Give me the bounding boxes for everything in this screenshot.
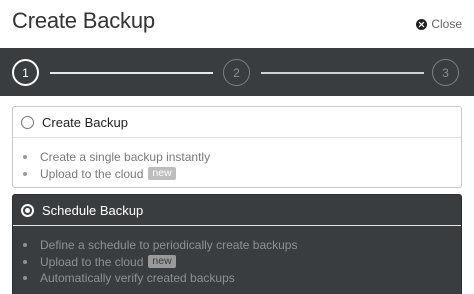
- feature-text: Define a schedule to periodically create…: [40, 238, 298, 253]
- wizard-stepper: 1 2 3: [0, 48, 474, 96]
- feature-list: Create a single backup instantly Upload …: [23, 149, 210, 182]
- step-connector-2: [261, 72, 424, 74]
- radio-schedule-backup[interactable]: [21, 203, 34, 217]
- feature-text: Automatically verify created backups: [40, 271, 235, 286]
- feature-item: Automatically verify created backups: [23, 270, 297, 287]
- option-header[interactable]: Schedule Backup: [13, 195, 461, 226]
- create-backup-dialog: Create Backup Close 1 2 3 Create Backup: [0, 0, 474, 294]
- dialog-title: Create Backup: [12, 8, 155, 33]
- dialog-header: Create Backup Close: [0, 0, 474, 48]
- option-header[interactable]: Create Backup: [13, 107, 461, 138]
- step-3-number: 3: [442, 65, 449, 80]
- option-label[interactable]: Schedule Backup: [42, 203, 143, 218]
- bullet-icon: [23, 243, 27, 248]
- feature-item: Upload to the cloud new: [23, 166, 210, 183]
- radio-selected-dot: [25, 207, 30, 213]
- close-label[interactable]: Close: [431, 17, 462, 31]
- feature-item: Upload to the cloud new: [23, 254, 297, 271]
- bullet-icon: [23, 171, 27, 176]
- option-create-backup[interactable]: Create Backup Create a single backup ins…: [12, 106, 462, 188]
- close-icon[interactable]: [416, 18, 428, 30]
- feature-text: Upload to the cloud: [40, 166, 144, 181]
- feature-item: Create a single backup instantly: [23, 149, 210, 166]
- feature-text: Create a single backup instantly: [40, 150, 211, 165]
- bullet-icon: [23, 259, 27, 264]
- option-label[interactable]: Create Backup: [42, 115, 128, 130]
- new-badge: new: [148, 255, 176, 269]
- radio-create-backup[interactable]: [21, 115, 34, 129]
- option-schedule-backup[interactable]: Schedule Backup Define a schedule to per…: [12, 194, 462, 294]
- step-3-indicator[interactable]: 3: [432, 59, 459, 86]
- bullet-icon: [23, 155, 27, 160]
- bullet-icon: [23, 276, 27, 281]
- close-button[interactable]: Close: [416, 17, 462, 31]
- step-2-number: 2: [233, 65, 240, 80]
- step-2-indicator[interactable]: 2: [223, 59, 250, 86]
- feature-item: Define a schedule to periodically create…: [23, 237, 297, 254]
- step-connector-1: [50, 72, 213, 74]
- feature-list: Define a schedule to periodically create…: [23, 237, 297, 287]
- step-1-indicator[interactable]: 1: [12, 59, 39, 86]
- step-1-number: 1: [22, 65, 29, 80]
- new-badge: new: [148, 167, 176, 181]
- feature-text: Upload to the cloud: [40, 254, 144, 269]
